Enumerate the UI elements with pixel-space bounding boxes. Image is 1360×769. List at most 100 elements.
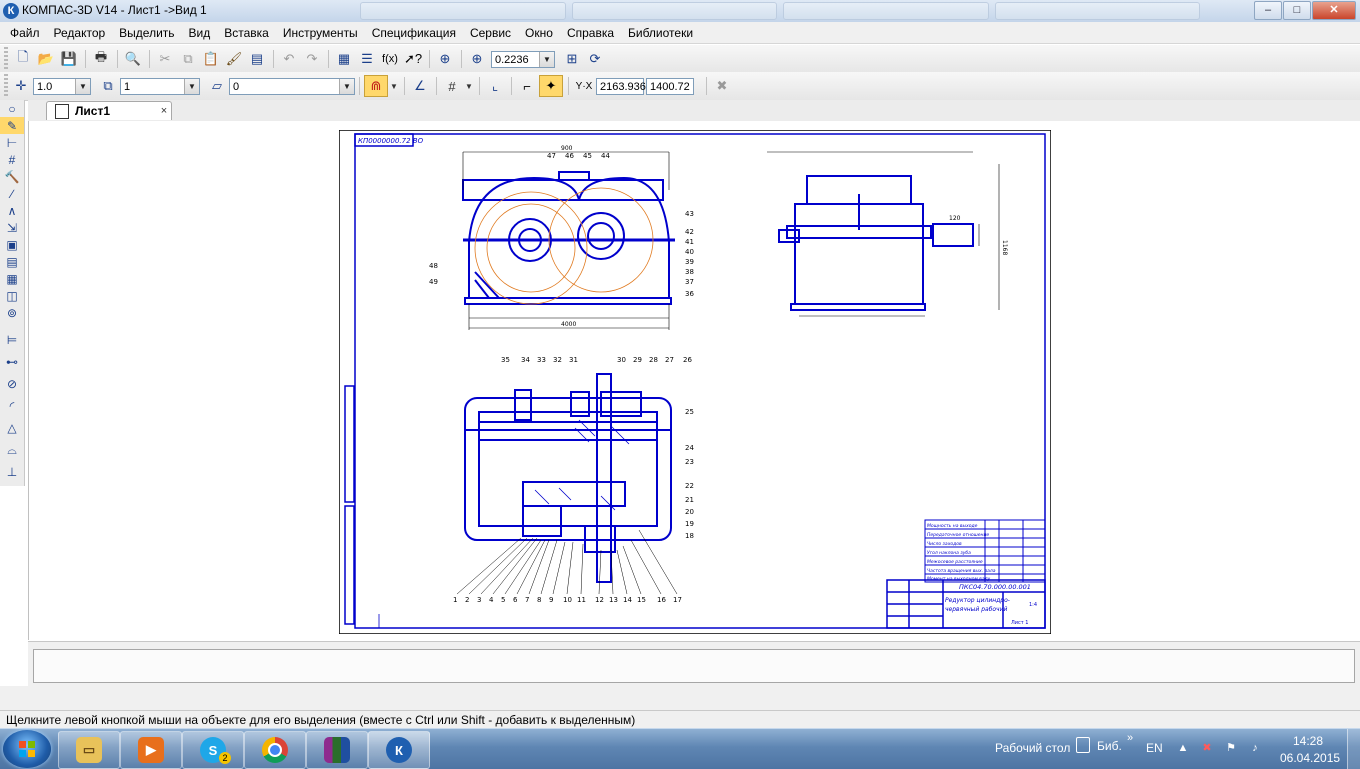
- drawing-workspace[interactable]: КП0000000.72 ВО 900 4000 47 46 45 44 43 …: [28, 121, 1360, 640]
- zoom-scale-icon[interactable]: ⊕: [466, 49, 488, 69]
- save-icon[interactable]: 💾: [58, 49, 80, 69]
- taskbar-chrome[interactable]: [244, 731, 306, 769]
- desktop-toolbar-label[interactable]: Рабочий стол: [995, 741, 1070, 755]
- redo-icon[interactable]: ↷: [301, 49, 323, 69]
- print-icon[interactable]: 🖶: [90, 49, 112, 69]
- view-number-field[interactable]: 1 ▼: [120, 77, 200, 95]
- toolbar-grip[interactable]: [4, 74, 8, 98]
- line-scale-icon[interactable]: ✛: [10, 76, 32, 96]
- chevron-down-icon[interactable]: ▼: [389, 76, 399, 96]
- undo-icon[interactable]: ↶: [278, 49, 300, 69]
- menu-select[interactable]: Выделить: [119, 26, 174, 40]
- close-button[interactable]: ✕: [1312, 1, 1356, 20]
- menu-insert[interactable]: Вставка: [224, 26, 269, 40]
- parametrization-icon[interactable]: ∕: [0, 185, 24, 202]
- layer-state-icon[interactable]: ▱: [206, 76, 228, 96]
- menu-editor[interactable]: Редактор: [54, 26, 106, 40]
- chevron-down-icon[interactable]: ▼: [184, 78, 199, 94]
- properties-icon[interactable]: ▤: [246, 49, 268, 69]
- coord-y-field[interactable]: 1400.72: [646, 77, 694, 95]
- view-state-icon[interactable]: ⧉: [97, 76, 119, 96]
- format-brush-icon[interactable]: 🖌: [223, 49, 245, 69]
- chevron-down-icon[interactable]: ▼: [464, 76, 474, 96]
- designations-icon[interactable]: #: [0, 151, 24, 168]
- dimension-line-icon[interactable]: ⊷: [0, 351, 24, 373]
- background-window[interactable]: [360, 2, 566, 20]
- cut-icon[interactable]: ✂: [154, 49, 176, 69]
- line-scale-field[interactable]: 1.0 ▼: [33, 77, 91, 95]
- background-window[interactable]: [783, 2, 989, 20]
- reports-icon[interactable]: ▦: [0, 270, 24, 287]
- toolbar-grip[interactable]: [4, 47, 8, 71]
- help-pointer-icon[interactable]: ➚?: [402, 49, 424, 69]
- close-tab-icon[interactable]: ×: [157, 105, 171, 117]
- zoom-window-icon[interactable]: ⊕: [434, 49, 456, 69]
- geometry-icon[interactable]: ○: [0, 100, 24, 117]
- menu-view[interactable]: Вид: [189, 26, 211, 40]
- zoom-field[interactable]: 0.2236 ▼: [491, 50, 555, 68]
- refresh-view-icon[interactable]: ⟳: [584, 49, 606, 69]
- zoom-show-all-icon[interactable]: ⊞: [561, 49, 583, 69]
- arc-dimension-icon[interactable]: ⌓: [0, 439, 24, 461]
- minimize-button[interactable]: –: [1254, 1, 1282, 20]
- menu-service[interactable]: Сервис: [470, 26, 511, 40]
- maximize-button[interactable]: □: [1283, 1, 1311, 20]
- menu-help[interactable]: Справка: [567, 26, 614, 40]
- paste-icon[interactable]: 📋: [200, 49, 222, 69]
- library-toolbar-label[interactable]: Биб.: [1097, 739, 1122, 753]
- insert-elements-icon[interactable]: ◫: [0, 287, 24, 304]
- grid-icon[interactable]: #: [441, 76, 463, 96]
- clock-date[interactable]: 06.04.2015: [1280, 751, 1340, 765]
- dimensions-icon[interactable]: ⊢: [0, 134, 24, 151]
- properties-panel-box[interactable]: [33, 649, 1355, 683]
- background-window[interactable]: [571, 2, 777, 20]
- ortho-icon[interactable]: ⌐: [516, 76, 538, 96]
- edit-icon[interactable]: ✎: [0, 117, 24, 134]
- local-cs-icon[interactable]: ∠: [409, 76, 431, 96]
- selection-icon[interactable]: ⇲: [0, 219, 24, 236]
- toolbar-expand-icon[interactable]: »: [1127, 732, 1133, 744]
- specification-icon[interactable]: ▤: [0, 253, 24, 270]
- library-toolbar-icon[interactable]: [1076, 737, 1090, 753]
- chevron-down-icon[interactable]: ▼: [339, 78, 354, 94]
- height-dimension-icon[interactable]: ⊥: [0, 461, 24, 483]
- background-window[interactable]: [994, 2, 1200, 20]
- new-document-icon[interactable]: 🗋: [12, 49, 34, 69]
- library-icon[interactable]: ⊚: [0, 304, 24, 321]
- menu-tools[interactable]: Инструменты: [283, 26, 358, 40]
- taskbar-skype[interactable]: S 2: [182, 731, 244, 769]
- clock-time[interactable]: 14:28: [1293, 734, 1323, 748]
- associative-views-icon[interactable]: ▣: [0, 236, 24, 253]
- snap-magnet-icon[interactable]: ⋒: [364, 75, 388, 97]
- editing-icon[interactable]: 🔨: [0, 168, 24, 185]
- taskbar-explorer[interactable]: ▭: [58, 731, 120, 769]
- start-button[interactable]: [3, 730, 51, 768]
- copy-icon[interactable]: ⧉: [177, 49, 199, 69]
- snap-point-icon[interactable]: ✦: [539, 75, 563, 97]
- preview-icon[interactable]: 🔍: [122, 49, 144, 69]
- menu-libraries[interactable]: Библиотеки: [628, 26, 693, 40]
- show-desktop-button[interactable]: [1347, 729, 1360, 769]
- coord-x-field[interactable]: 2163.936: [596, 77, 646, 95]
- taskbar-media-player[interactable]: ▶: [120, 731, 182, 769]
- menu-file[interactable]: Файл: [10, 26, 40, 40]
- drawing-sheet[interactable]: КП0000000.72 ВО 900 4000 47 46 45 44 43 …: [339, 130, 1051, 634]
- linear-dimension-icon[interactable]: ⊨: [0, 329, 24, 351]
- show-hidden-icons-icon[interactable]: ▲: [1176, 741, 1190, 755]
- layer-number-field[interactable]: 0 ▼: [229, 77, 355, 95]
- taskbar-winrar[interactable]: [306, 731, 368, 769]
- stop-operation-icon[interactable]: ✖: [711, 76, 733, 96]
- action-center-icon[interactable]: ⚑: [1224, 741, 1238, 755]
- tab-sheet1[interactable]: Лист1 ×: [46, 101, 172, 120]
- menu-window[interactable]: Окно: [525, 26, 553, 40]
- taskbar-kompas[interactable]: К: [368, 731, 430, 769]
- radius-icon[interactable]: ◜: [0, 395, 24, 417]
- measure-icon[interactable]: ∧: [0, 202, 24, 219]
- chevron-down-icon[interactable]: ▼: [75, 78, 90, 94]
- open-folder-icon[interactable]: 📂: [35, 49, 57, 69]
- menu-specification[interactable]: Спецификация: [372, 26, 456, 40]
- network-error-icon[interactable]: ✖: [1200, 741, 1214, 755]
- angle-dimension-icon[interactable]: △: [0, 417, 24, 439]
- variables-fx-icon[interactable]: f(x): [379, 49, 401, 69]
- manager-icon[interactable]: ▦: [333, 49, 355, 69]
